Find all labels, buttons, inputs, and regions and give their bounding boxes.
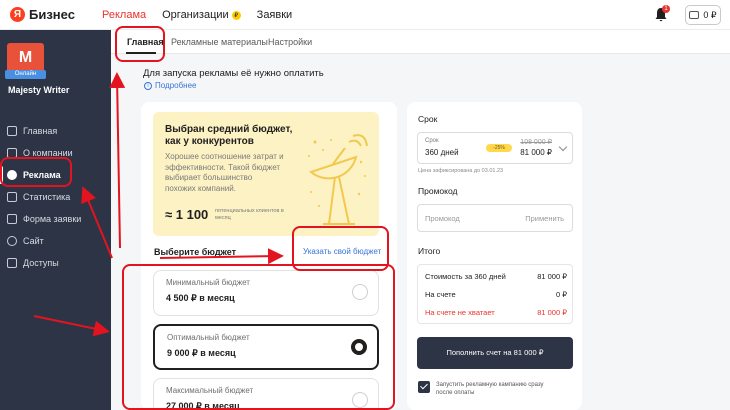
total-value: 81 000 ₽	[537, 272, 567, 281]
topnav-item-organizations[interactable]: Организации ₽	[162, 9, 241, 21]
total-value: 0 ₽	[555, 290, 567, 299]
sidebar-item-stats[interactable]: Статистика	[0, 186, 111, 208]
more-link-label: Подробнее	[155, 81, 197, 90]
sidebar-item-label: Форма заявки	[23, 214, 82, 224]
period-value: 360 дней	[425, 148, 459, 157]
autostart-checkbox[interactable]	[418, 381, 430, 393]
period-title: Срок	[418, 114, 438, 124]
company-name: Majesty Writer	[8, 85, 70, 95]
period-select[interactable]: Срок 360 дней -25% 108 000 ₽ 81 000 ₽	[417, 132, 573, 164]
sidebar-item-form[interactable]: Форма заявки	[0, 208, 111, 230]
promo-description: Хорошее соотношение затрат и эффективнос…	[165, 152, 284, 193]
top-nav: Реклама Организации ₽ Заявки	[102, 9, 292, 21]
logo-text: Бизнес	[29, 7, 75, 22]
total-row: На счете 0 ₽	[425, 290, 567, 299]
topnav-item-requests[interactable]: Заявки	[257, 9, 293, 21]
home-icon	[7, 126, 17, 136]
price-fixed-note: Цена зафиксирована до 03.01.23	[418, 168, 504, 174]
old-price: 108 000 ₽	[520, 139, 552, 146]
promo-code-placeholder: Промокод	[425, 214, 460, 223]
sidebar-item-label: Главная	[23, 126, 58, 136]
topnav-label: Организации	[162, 9, 229, 21]
topnav-label: Реклама	[102, 9, 147, 21]
logo[interactable]: Я Бизнес	[10, 7, 75, 22]
total-row: Стоимость за 360 дней 81 000 ₽	[425, 272, 567, 281]
annotation-box-sidebar	[0, 157, 72, 187]
promo-card: Выбран средний бюджет, как у конкурентов…	[153, 112, 379, 236]
yandex-logo-icon: Я	[10, 7, 25, 22]
totals-title: Итого	[418, 246, 441, 256]
period-label: Срок	[425, 138, 439, 144]
more-link[interactable]: i Подробнее	[144, 81, 197, 90]
tab-settings[interactable]: Настройки	[268, 37, 312, 47]
wallet-icon	[689, 11, 700, 19]
payment-notice: Для запуска рекламы её нужно оплатить	[143, 68, 324, 79]
topnav-item-ads[interactable]: Реклама	[102, 9, 146, 21]
balance-button[interactable]: 0 ₽	[685, 5, 721, 25]
sidebar-item-label: Доступы	[23, 258, 59, 268]
access-icon	[7, 258, 17, 268]
globe-icon	[7, 236, 17, 246]
sidebar-item-site[interactable]: Сайт	[0, 230, 111, 252]
online-badge: Онлайн	[5, 70, 46, 79]
chevron-down-icon	[558, 142, 568, 152]
total-row-shortfall: На счете не хватает 81 000 ₽	[425, 308, 567, 317]
tab-ad-materials[interactable]: Рекламные материалы	[171, 37, 268, 47]
clients-label: потенциальных клиентов в месяц	[215, 208, 284, 221]
balance-value: 0 ₽	[703, 9, 717, 20]
form-icon	[7, 214, 17, 224]
ruble-badge-icon: ₽	[231, 10, 241, 20]
top-bar: Я Бизнес Реклама Организации ₽ Заявки 1 0…	[0, 0, 730, 30]
new-price: 81 000 ₽	[520, 148, 552, 157]
top-up-button[interactable]: Пополнить счет на 81 000 ₽	[417, 337, 573, 369]
totals-box: Стоимость за 360 дней 81 000 ₽ На счете 0 …	[417, 264, 573, 324]
apply-promo-button[interactable]: Применить	[525, 214, 564, 223]
promo-title: Выбран средний бюджет, как у конкурентов	[165, 124, 293, 147]
total-label: На счете	[425, 290, 456, 299]
budget-title: Выберите бюджет	[154, 247, 237, 257]
sidebar-item-label: Сайт	[23, 236, 44, 246]
total-value: 81 000 ₽	[537, 308, 567, 317]
topnav-label: Заявки	[256, 9, 293, 21]
promo-code-title: Промокод	[418, 186, 458, 196]
annotation-box-tab	[115, 26, 165, 62]
clients-number: ≈ 1 100	[165, 207, 209, 222]
satellite-dish-icon	[308, 134, 368, 225]
info-icon: i	[144, 81, 152, 90]
total-label: Стоимость за 360 дней	[425, 272, 506, 281]
sidebar-menu: Главная О компании Реклама Статистика Фо…	[0, 120, 111, 274]
notification-count-badge: 1	[662, 5, 670, 13]
chart-icon	[7, 192, 17, 202]
sidebar: M Онлайн Majesty Writer Главная О компан…	[0, 30, 111, 410]
order-panel: Срок Срок 360 дней -25% 108 000 ₽ 81 000…	[407, 102, 582, 410]
sidebar-item-label: Статистика	[23, 192, 71, 202]
autostart-label: Запустить рекламную кампанию сразу после…	[436, 382, 544, 396]
sidebar-item-home[interactable]: Главная	[0, 120, 111, 142]
sidebar-item-access[interactable]: Доступы	[0, 252, 111, 274]
discount-badge: -25%	[486, 144, 512, 152]
tabs-bar: Главная Рекламные материалы Настройки	[111, 30, 730, 54]
annotation-box-options	[122, 264, 395, 410]
promo-code-field[interactable]: Промокод Применить	[417, 204, 573, 232]
total-label: На счете не хватает	[425, 308, 495, 317]
